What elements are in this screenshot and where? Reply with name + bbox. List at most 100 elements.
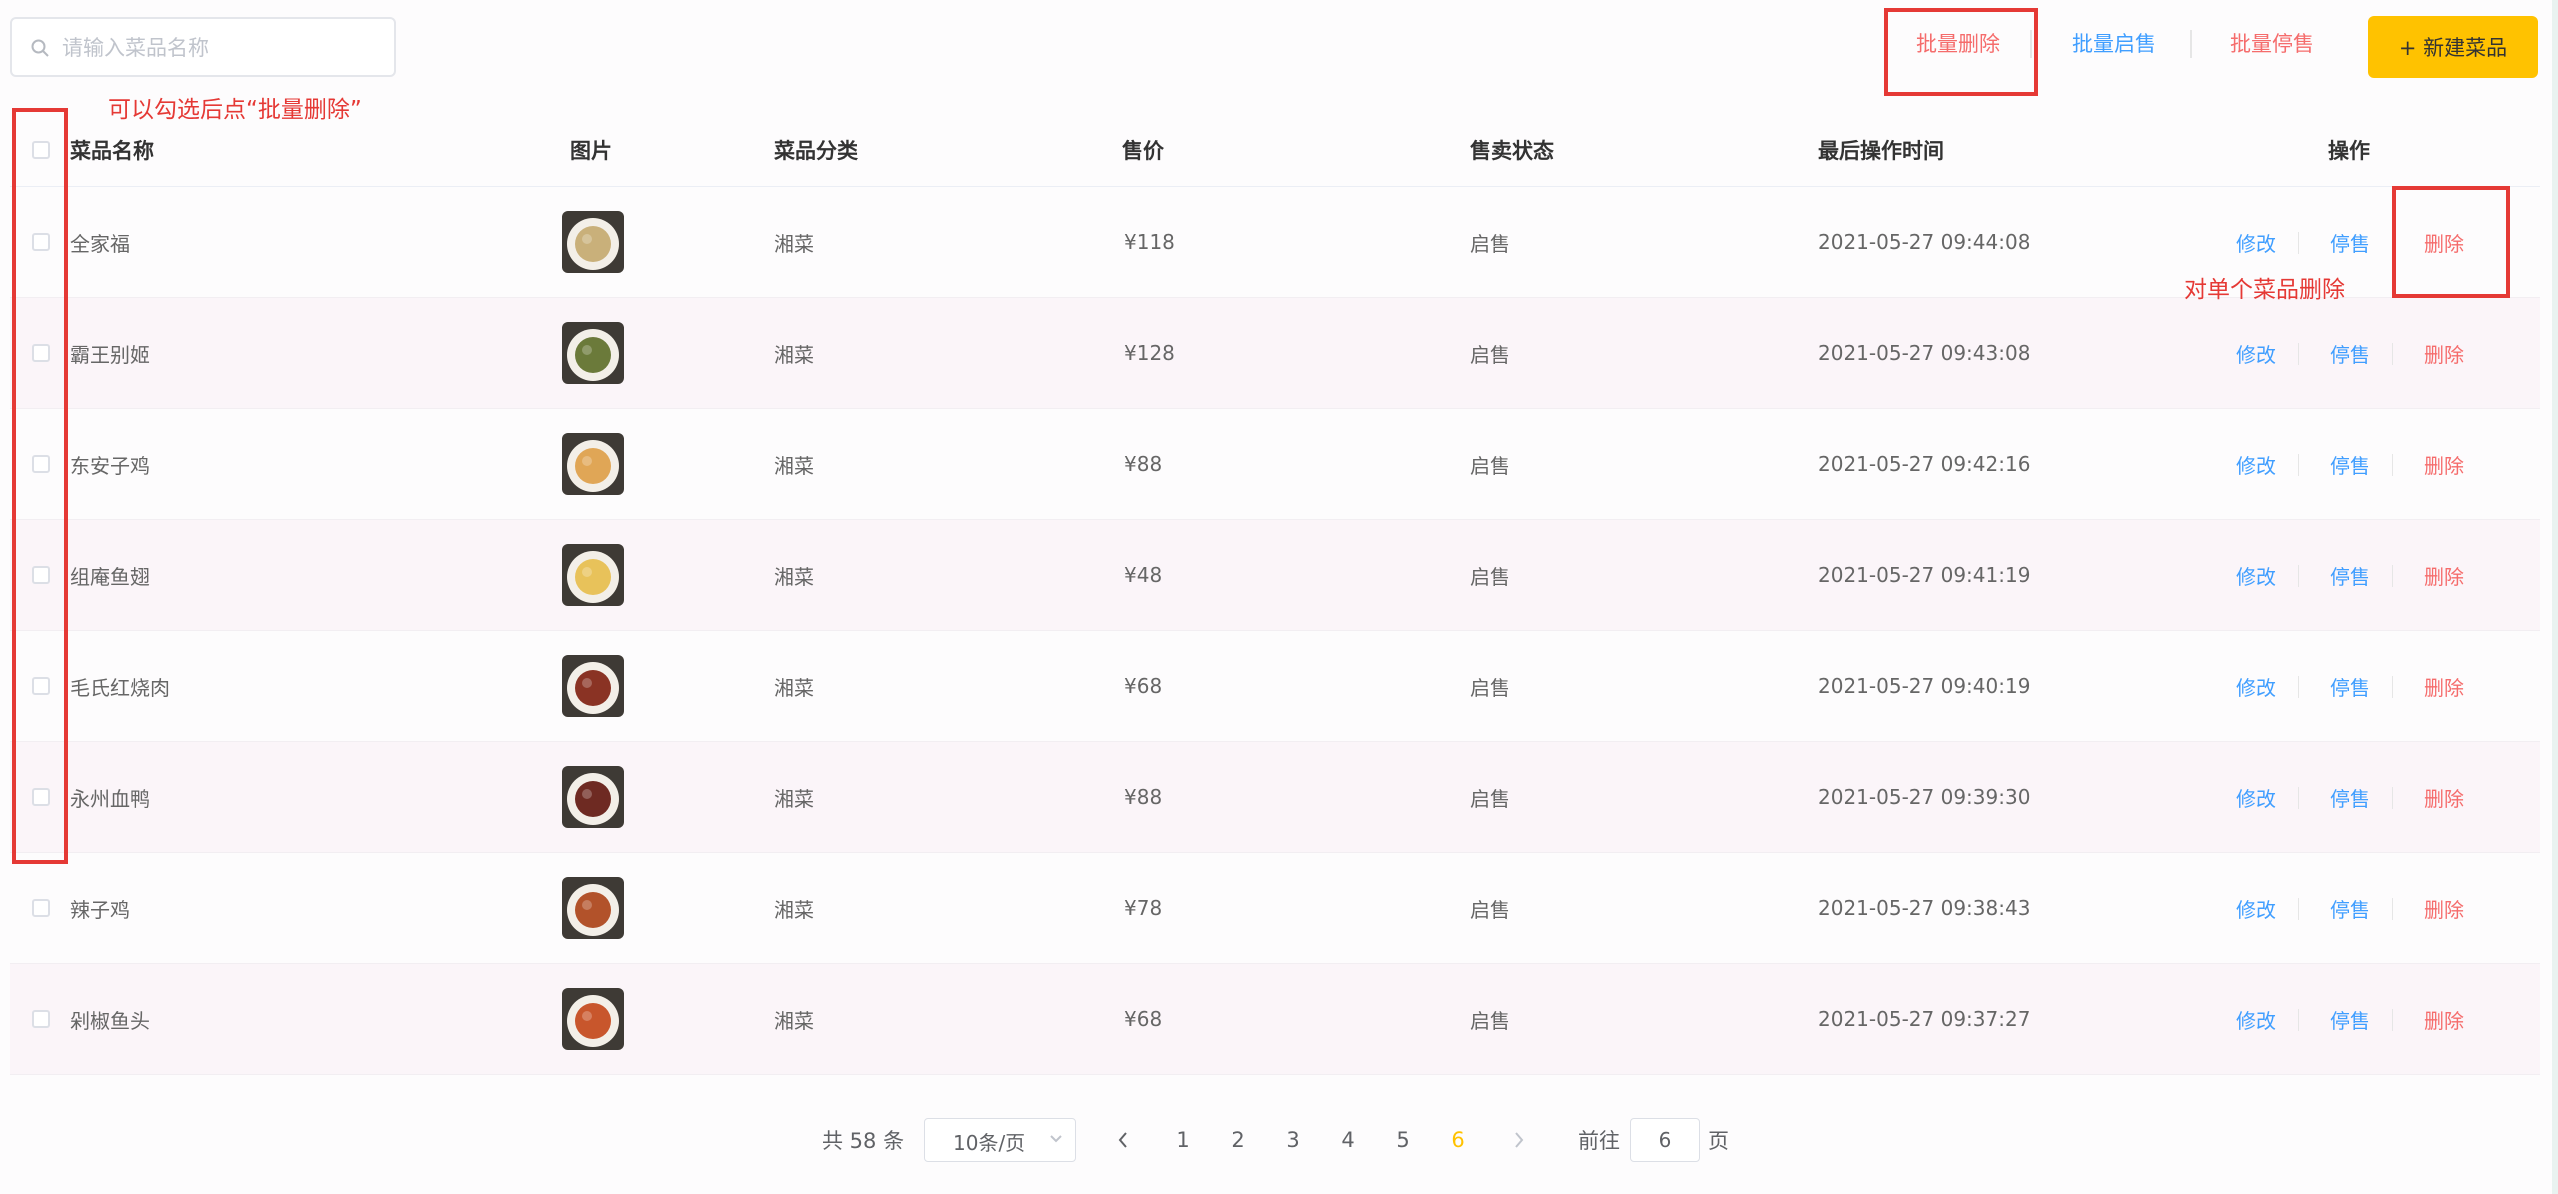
dish-status: 启售	[1470, 786, 1510, 811]
dish-category: 湘菜	[774, 1008, 814, 1033]
dish-name: 辣子鸡	[70, 897, 130, 922]
dish-image	[562, 211, 624, 273]
header-actions: 操作	[2328, 139, 2370, 163]
chevron-down-icon	[1050, 1135, 1062, 1143]
dish-price: ¥88	[1124, 785, 1163, 809]
dish-category: 湘菜	[774, 453, 814, 478]
chevron-left-icon	[1118, 1132, 1127, 1148]
disable-button[interactable]: 停售	[2330, 409, 2370, 519]
page-size-select[interactable]: 10条/页	[924, 1118, 1076, 1162]
header-status: 售卖状态	[1470, 139, 1554, 163]
next-page-button[interactable]	[1504, 1118, 1534, 1162]
dish-price: ¥118	[1124, 230, 1175, 254]
table-header: 菜品名称 图片 菜品分类 售价 售卖状态 最后操作时间 操作	[10, 114, 2540, 187]
delete-button[interactable]: 删除	[2424, 409, 2464, 519]
dish-updated-time: 2021-05-27 09:41:19	[1818, 563, 2031, 587]
prev-page-button[interactable]	[1108, 1118, 1138, 1162]
disable-button[interactable]: 停售	[2330, 631, 2370, 741]
edit-button[interactable]: 修改	[2236, 409, 2276, 519]
dish-category: 湘菜	[774, 897, 814, 922]
delete-button[interactable]: 删除	[2424, 964, 2464, 1074]
dish-image	[562, 322, 624, 384]
disable-button[interactable]: 停售	[2330, 520, 2370, 630]
dish-image	[562, 877, 624, 939]
dish-updated-time: 2021-05-27 09:39:30	[1818, 785, 2031, 809]
action-divider	[2392, 787, 2393, 809]
dish-image	[562, 655, 624, 717]
action-divider	[2298, 898, 2299, 920]
page-number[interactable]: 5	[1388, 1118, 1418, 1162]
action-divider	[2392, 1009, 2393, 1031]
annotation-box-single-delete	[2392, 186, 2510, 298]
dish-image	[562, 988, 624, 1050]
annotation-batch-delete: 可以勾选后点“批量删除”	[108, 97, 362, 123]
dish-name: 剁椒鱼头	[70, 1008, 150, 1033]
dish-name: 组庵鱼翅	[70, 564, 150, 589]
dish-category: 湘菜	[774, 564, 814, 589]
dish-updated-time: 2021-05-27 09:42:16	[1818, 452, 2031, 476]
dish-status: 启售	[1470, 453, 1510, 478]
delete-button[interactable]: 删除	[2424, 298, 2464, 408]
header-price: 售价	[1122, 139, 1164, 163]
action-divider	[2298, 787, 2299, 809]
disable-button[interactable]: 停售	[2330, 853, 2370, 963]
dish-name: 全家福	[70, 231, 130, 256]
pagination-total: 共 58 条	[822, 1129, 905, 1153]
page-number[interactable]: 4	[1333, 1118, 1363, 1162]
delete-button[interactable]: 删除	[2424, 742, 2464, 852]
table-body: 全家福 湘菜 ¥118 启售 2021-05-27 09:44:08 修改 停售 删除 霸王别姬…	[10, 187, 2540, 1075]
action-divider	[2392, 898, 2393, 920]
table-row: 剁椒鱼头 湘菜 ¥68 启售 2021-05-27 09:37:27 修改 停售 删除	[10, 964, 2540, 1075]
dish-status: 启售	[1470, 231, 1510, 256]
disable-button[interactable]: 停售	[2330, 742, 2370, 852]
dish-table: 菜品名称 图片 菜品分类 售价 售卖状态 最后操作时间 操作 全家福 湘菜 ¥118…	[10, 114, 2540, 1075]
disable-button[interactable]: 停售	[2330, 298, 2370, 408]
action-divider	[2298, 232, 2299, 254]
header-updated: 最后操作时间	[1818, 139, 1944, 163]
dish-price: ¥48	[1124, 563, 1163, 587]
new-dish-button[interactable]: + 新建菜品	[2368, 16, 2538, 78]
dish-price: ¥68	[1124, 674, 1163, 698]
row-checkbox[interactable]	[32, 1010, 50, 1028]
dish-category: 湘菜	[774, 675, 814, 700]
dish-image	[562, 766, 624, 828]
goto-page-input[interactable]	[1630, 1118, 1700, 1162]
delete-button[interactable]: 删除	[2424, 520, 2464, 630]
delete-button[interactable]: 删除	[2424, 853, 2464, 963]
table-row: 全家福 湘菜 ¥118 启售 2021-05-27 09:44:08 修改 停售 删除	[10, 187, 2540, 298]
action-divider	[2392, 454, 2393, 476]
dish-status: 启售	[1470, 897, 1510, 922]
edit-button[interactable]: 修改	[2236, 742, 2276, 852]
batch-disable-button[interactable]: 批量停售	[2230, 28, 2314, 58]
action-divider	[2392, 343, 2393, 365]
edit-button[interactable]: 修改	[2236, 520, 2276, 630]
table-row: 永州血鸭 湘菜 ¥88 启售 2021-05-27 09:39:30 修改 停售 删除	[10, 742, 2540, 853]
edit-button[interactable]: 修改	[2236, 964, 2276, 1074]
goto-label: 前往	[1578, 1129, 1620, 1153]
toolbar: 批量删除 批量启售 批量停售 + 新建菜品	[0, 0, 2558, 100]
page-size-label: 10条/页	[953, 1131, 1026, 1155]
delete-button[interactable]: 删除	[2424, 631, 2464, 741]
dish-price: ¥68	[1124, 1007, 1163, 1031]
dish-status: 启售	[1470, 1008, 1510, 1033]
search-input[interactable]	[60, 29, 384, 67]
dish-category: 湘菜	[774, 231, 814, 256]
page-number[interactable]: 2	[1223, 1118, 1253, 1162]
row-checkbox[interactable]	[32, 899, 50, 917]
dish-updated-time: 2021-05-27 09:38:43	[1818, 896, 2031, 920]
edit-button[interactable]: 修改	[2236, 298, 2276, 408]
page-suffix: 页	[1708, 1129, 1729, 1153]
edit-button[interactable]: 修改	[2236, 631, 2276, 741]
edit-button[interactable]: 修改	[2236, 853, 2276, 963]
dish-updated-time: 2021-05-27 09:43:08	[1818, 341, 2031, 365]
batch-enable-button[interactable]: 批量启售	[2072, 28, 2156, 58]
disable-button[interactable]: 停售	[2330, 964, 2370, 1074]
window-edge	[2552, 0, 2558, 1194]
page-number[interactable]: 6	[1443, 1118, 1473, 1162]
search-box[interactable]	[10, 17, 396, 77]
dish-status: 启售	[1470, 675, 1510, 700]
action-divider	[2298, 565, 2299, 587]
page-number[interactable]: 3	[1278, 1118, 1308, 1162]
dish-status: 启售	[1470, 564, 1510, 589]
page-number[interactable]: 1	[1168, 1118, 1198, 1162]
